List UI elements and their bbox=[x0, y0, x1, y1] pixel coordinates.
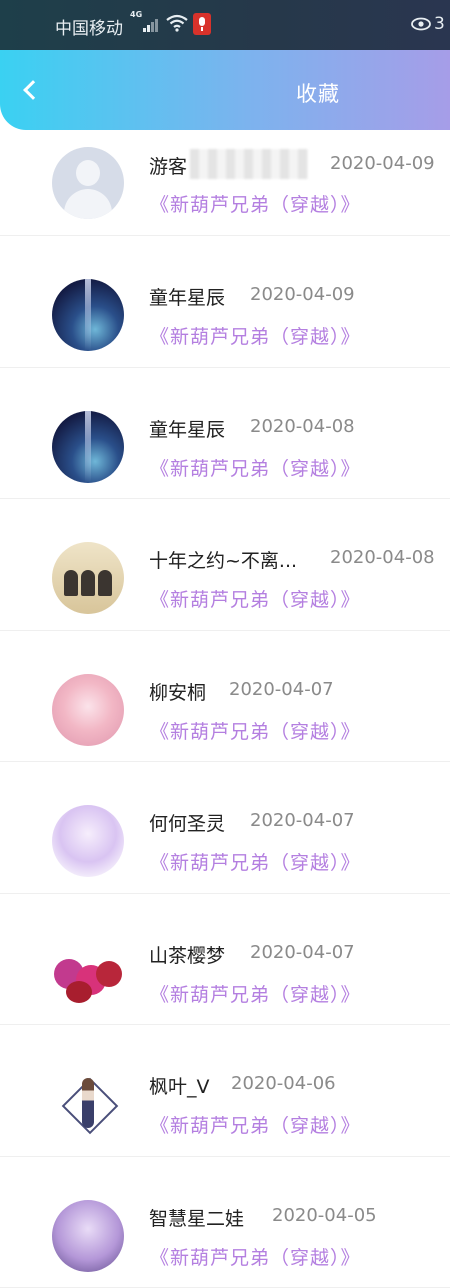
page-header: 收藏 bbox=[0, 50, 450, 130]
list-item[interactable]: 智慧星二娃 2020-04-05 《新葫芦兄弟（穿越）》 bbox=[0, 1157, 450, 1288]
user-name: 智慧星二娃 bbox=[149, 1204, 244, 1231]
favorite-date: 2020-04-07 bbox=[229, 679, 334, 700]
favorite-date: 2020-04-09 bbox=[250, 284, 355, 305]
user-name: 童年星辰 bbox=[149, 415, 225, 442]
book-title-link[interactable]: 《新葫芦兄弟（穿越）》 bbox=[150, 1243, 361, 1270]
clock-time: 3 bbox=[434, 14, 445, 34]
flower-avatar-icon bbox=[52, 937, 124, 1009]
book-title-link[interactable]: 《新葫芦兄弟（穿越）》 bbox=[150, 454, 361, 481]
signal-icon bbox=[143, 16, 161, 32]
user-name: 游客 bbox=[149, 152, 187, 179]
page-title: 收藏 bbox=[0, 78, 450, 108]
favorite-date: 2020-04-08 bbox=[330, 547, 435, 568]
user-name: 十年之约~不离... bbox=[149, 546, 297, 573]
user-name: 柳安桐 bbox=[149, 678, 206, 705]
status-bar: 中国移动 4G 3 bbox=[0, 0, 450, 50]
book-title-link[interactable]: 《新葫芦兄弟（穿越）》 bbox=[150, 848, 361, 875]
favorite-date: 2020-04-06 bbox=[231, 1073, 336, 1094]
list-item[interactable]: 山茶樱梦 2020-04-07 《新葫芦兄弟（穿越）》 bbox=[0, 894, 450, 1026]
list-item[interactable]: 童年星辰 2020-04-09 《新葫芦兄弟（穿越）》 bbox=[0, 236, 450, 368]
purple-anime-avatar-icon bbox=[52, 1200, 124, 1272]
redacted-name-mask bbox=[190, 149, 308, 179]
pink-anime-avatar-icon bbox=[52, 674, 124, 746]
user-name: 山茶樱梦 bbox=[149, 941, 225, 968]
carrier-name: 中国移动 bbox=[55, 14, 123, 39]
book-title-link[interactable]: 《新葫芦兄弟（穿越）》 bbox=[150, 717, 361, 744]
favorite-date: 2020-04-05 bbox=[272, 1205, 377, 1226]
favorite-date: 2020-04-07 bbox=[250, 942, 355, 963]
microphone-icon bbox=[193, 13, 211, 35]
list-item[interactable]: 柳安桐 2020-04-07 《新葫芦兄弟（穿越）》 bbox=[0, 631, 450, 763]
user-name: 枫叶_V bbox=[149, 1072, 210, 1099]
favorites-list: 游客 2020-04-09 《新葫芦兄弟（穿越）》 童年星辰 2020-04-0… bbox=[0, 130, 450, 1288]
user-name: 童年星辰 bbox=[149, 283, 225, 310]
favorite-date: 2020-04-08 bbox=[250, 416, 355, 437]
book-title-link[interactable]: 《新葫芦兄弟（穿越）》 bbox=[150, 1111, 361, 1138]
eye-icon bbox=[411, 16, 431, 30]
default-avatar-icon bbox=[52, 147, 124, 219]
list-item[interactable]: 十年之约~不离... 2020-04-08 《新葫芦兄弟（穿越）》 bbox=[0, 499, 450, 631]
space-avatar-icon bbox=[52, 411, 124, 483]
space-avatar-icon bbox=[52, 279, 124, 351]
girl-figure-avatar-icon bbox=[52, 1068, 124, 1140]
book-title-link[interactable]: 《新葫芦兄弟（穿越）》 bbox=[150, 585, 361, 612]
favorite-date: 2020-04-07 bbox=[250, 810, 355, 831]
list-item[interactable]: 枫叶_V 2020-04-06 《新葫芦兄弟（穿越）》 bbox=[0, 1025, 450, 1157]
book-title-link[interactable]: 《新葫芦兄弟（穿越）》 bbox=[150, 322, 361, 349]
favorite-date: 2020-04-09 bbox=[330, 153, 435, 174]
list-item[interactable]: 童年星辰 2020-04-08 《新葫芦兄弟（穿越）》 bbox=[0, 368, 450, 500]
wifi-icon bbox=[166, 14, 188, 32]
book-title-link[interactable]: 《新葫芦兄弟（穿越）》 bbox=[150, 980, 361, 1007]
lilac-anime-avatar-icon bbox=[52, 805, 124, 877]
book-title-link[interactable]: 《新葫芦兄弟（穿越）》 bbox=[150, 190, 361, 217]
list-item[interactable]: 游客 2020-04-09 《新葫芦兄弟（穿越）》 bbox=[0, 130, 450, 236]
list-item[interactable]: 何何圣灵 2020-04-07 《新葫芦兄弟（穿越）》 bbox=[0, 762, 450, 894]
user-name: 何何圣灵 bbox=[149, 809, 225, 836]
group-photo-avatar-icon bbox=[52, 542, 124, 614]
network-type: 4G bbox=[130, 10, 142, 19]
